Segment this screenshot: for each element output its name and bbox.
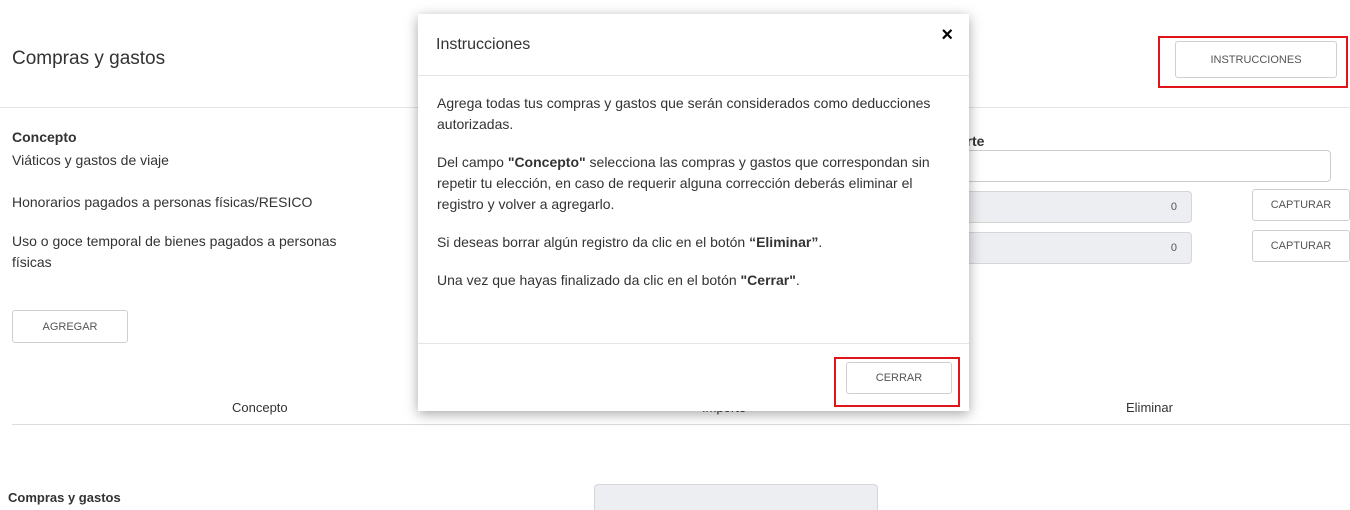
- concept-item-honorarios: Honorarios pagados a personas físicas/RE…: [12, 194, 313, 210]
- concept-item-viaticos: Viáticos y gastos de viaje: [12, 152, 169, 168]
- add-button[interactable]: AGREGAR: [12, 310, 128, 343]
- capturar-button-uso-goce[interactable]: CAPTURAR: [1252, 230, 1350, 262]
- instructions-modal: Instrucciones × Agrega todas tus compras…: [418, 14, 969, 411]
- close-icon[interactable]: ×: [941, 24, 953, 47]
- table-header-eliminar: Eliminar: [1126, 400, 1173, 415]
- modal-footer-divider: [418, 343, 969, 344]
- concepto-header: Concepto: [12, 129, 77, 145]
- modal-header-divider: [418, 75, 969, 76]
- capturar-button-honorarios[interactable]: CAPTURAR: [1252, 189, 1350, 221]
- summary-total-input: [594, 484, 878, 510]
- modal-body: Agrega todas tus compras y gastos que se…: [437, 93, 957, 308]
- importe-input-uso-goce: 0: [950, 232, 1192, 264]
- concept-item-uso-goce: Uso o goce temporal de bienes pagados a …: [12, 233, 337, 270]
- instruction-paragraph-4: Una vez que hayas finalizado da clic en …: [437, 272, 800, 288]
- importe-input-honorarios: 0: [950, 191, 1192, 223]
- instruction-paragraph-1: Agrega todas tus compras y gastos que se…: [437, 95, 931, 132]
- importe-input-viaticos[interactable]: [950, 150, 1331, 182]
- instruction-paragraph-3: Si deseas borrar algún registro da clic …: [437, 234, 823, 250]
- close-button[interactable]: CERRAR: [846, 362, 952, 394]
- instructions-button[interactable]: INSTRUCCIONES: [1175, 41, 1337, 78]
- table-divider: [12, 424, 1350, 425]
- instruction-paragraph-2: Del campo "Concepto" selecciona las comp…: [437, 154, 930, 212]
- modal-title: Instrucciones: [436, 36, 531, 53]
- summary-label: Compras y gastos: [8, 490, 121, 505]
- table-header-concepto: Concepto: [232, 400, 288, 415]
- page-title: Compras y gastos: [12, 48, 166, 69]
